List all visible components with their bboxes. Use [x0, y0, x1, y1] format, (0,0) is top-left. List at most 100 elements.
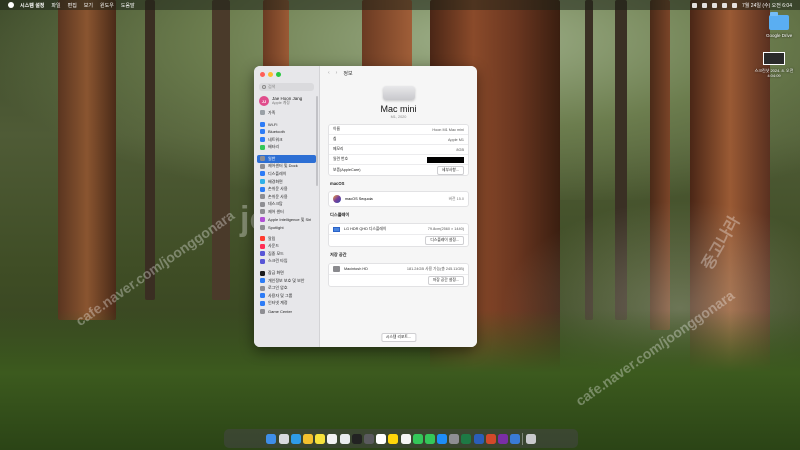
- sidebar-item[interactable]: 일반: [257, 154, 316, 163]
- sidebar-item[interactable]: Spotlight: [257, 223, 316, 231]
- sidebar-item[interactable]: 손쉬운 사용: [257, 185, 316, 193]
- trash-icon[interactable]: [525, 433, 536, 444]
- section-title: 디스플레이: [330, 212, 350, 217]
- spec-label: 메모리: [333, 147, 344, 151]
- chrome-icon[interactable]: [303, 433, 313, 444]
- system-report-button[interactable]: 시스템 리포트...: [380, 333, 417, 342]
- sidebar-item[interactable]: Game Center: [257, 307, 316, 315]
- menu-help[interactable]: 도움말: [121, 2, 135, 9]
- desktop-icon-screenshot[interactable]: 스크린샷 2024. 8. 오전 4:04:09: [750, 52, 798, 78]
- status-icon[interactable]: [692, 2, 698, 8]
- close-button[interactable]: [260, 72, 265, 77]
- sidebar-item-label: Bluetooth: [268, 129, 285, 135]
- launchpad-icon[interactable]: [278, 433, 289, 444]
- calendar-icon[interactable]: [376, 433, 387, 444]
- facetime-icon[interactable]: [412, 433, 423, 444]
- display-settings-button[interactable]: 디스플레이 설정...: [425, 236, 464, 245]
- sidebar-scrollbar[interactable]: [316, 96, 318, 186]
- sidebar-item[interactable]: 로그인 암호: [257, 284, 316, 292]
- spec-value: Apple M1: [447, 137, 464, 142]
- sidebar-item[interactable]: 디스플레이: [257, 170, 316, 178]
- sidebar-item-label: 잠금 화면: [268, 270, 284, 276]
- search-input[interactable]: 검색: [259, 83, 314, 91]
- general-icon: [260, 156, 265, 162]
- sidebar-item[interactable]: 제어 센터: [257, 208, 316, 216]
- onenote-icon[interactable]: [498, 433, 508, 444]
- sidebar-item[interactable]: Wi-Fi: [257, 121, 316, 129]
- finder-icon[interactable]: [266, 433, 277, 444]
- sidebar-item[interactable]: 스크린 타임: [257, 258, 316, 266]
- sidebar-item[interactable]: 사운드: [257, 243, 316, 251]
- sidebar-item[interactable]: Bluetooth: [257, 128, 316, 136]
- macos-row: macOS Sequoia 버전 15.0: [329, 192, 468, 206]
- xcode-icon[interactable]: [510, 433, 521, 444]
- kakaotalk-icon[interactable]: [315, 433, 326, 444]
- storage-settings-button[interactable]: 저장 공간 설정...: [427, 276, 464, 285]
- sidebar-item-label: 디스플레이: [268, 170, 287, 176]
- messages-icon[interactable]: [424, 433, 435, 444]
- minimize-button[interactable]: [268, 72, 273, 77]
- search-status-icon[interactable]: [722, 2, 728, 8]
- login-password-icon: [260, 285, 265, 291]
- menu-window[interactable]: 윈도우: [100, 2, 114, 9]
- forward-button[interactable]: ›: [336, 70, 338, 76]
- wifi-status-icon[interactable]: [712, 2, 718, 8]
- sidebar-item[interactable]: 인터넷 계정: [257, 300, 316, 308]
- system-settings-window: 검색 JJ Jae Hoon Jang Apple 계정 가족 Wi-Fi Blue…: [254, 66, 477, 347]
- sidebar-item[interactable]: 배경화면: [257, 178, 316, 186]
- sidebar-item[interactable]: 알림: [257, 235, 316, 243]
- word-icon[interactable]: [473, 433, 484, 444]
- menu-app-name[interactable]: 시스템 설정: [20, 2, 44, 9]
- status-icon[interactable]: [702, 2, 708, 8]
- back-button[interactable]: ‹: [328, 70, 330, 76]
- sidebar-item[interactable]: 네트워크: [257, 136, 316, 144]
- notes-icon[interactable]: [388, 433, 399, 444]
- sidebar-item[interactable]: 집중 모드: [257, 250, 316, 258]
- safari-icon[interactable]: [290, 433, 301, 444]
- quicktime-icon[interactable]: [363, 433, 374, 444]
- menu-edit[interactable]: 편집: [68, 2, 77, 9]
- excel-icon[interactable]: [461, 433, 472, 444]
- finalcut-icon[interactable]: [351, 433, 362, 444]
- desktop-icon: [260, 201, 265, 207]
- apple-menu-icon[interactable]: [8, 2, 14, 8]
- sidebar-item-label: 배터리: [268, 144, 280, 150]
- spotlight-icon: [260, 224, 265, 230]
- menu-file[interactable]: 파일: [51, 2, 60, 9]
- macos-sequoia-icon: [333, 195, 341, 203]
- zoom-button[interactable]: [276, 72, 281, 77]
- spec-label: 이름: [333, 127, 340, 131]
- sidebar-item[interactable]: 제어센터 및 Dock: [257, 163, 316, 171]
- sidebar-item[interactable]: 잠금 화면: [257, 269, 316, 277]
- dock-separator: [522, 432, 524, 445]
- sidebar-item[interactable]: 손쉬운 사용: [257, 193, 316, 201]
- family-icon: [260, 110, 265, 116]
- control-center-status-icon[interactable]: [732, 2, 738, 8]
- menu-view[interactable]: 보기: [84, 2, 93, 9]
- sidebar-item[interactable]: 데스크탑: [257, 201, 316, 209]
- search-icon: [262, 85, 266, 89]
- appstore2-icon[interactable]: [437, 433, 448, 444]
- storage-row: Macintosh HD 181.24GB 사용 가능(총 245.11GB): [329, 264, 468, 275]
- avatar: JJ: [259, 96, 269, 106]
- apple-account[interactable]: JJ Jae Hoon Jang Apple 계정: [254, 91, 319, 109]
- sidebar-item[interactable]: 개인정보 보호 및 보안: [257, 277, 316, 285]
- menu-clock[interactable]: 7월 24일 (수) 오전 6:04: [742, 2, 792, 9]
- settings-icon[interactable]: [449, 433, 460, 444]
- sidebar-item[interactable]: 사용자 및 그룹: [257, 292, 316, 300]
- control-center-icon: [260, 163, 265, 169]
- photos-icon[interactable]: [327, 433, 338, 444]
- sidebar-item[interactable]: 배터리: [257, 143, 316, 151]
- warranty-details-button[interactable]: 세부사항...: [436, 165, 464, 175]
- section-title: macOS: [330, 181, 345, 186]
- desktop-icon-google-drive[interactable]: Google Drive: [766, 12, 792, 38]
- specs-card: 이름 Hoon M1 Mac mini 칩 Apple M1 메모리 8GB 일…: [328, 124, 469, 176]
- sidebar-item[interactable]: 가족: [257, 109, 316, 117]
- sidebar-item[interactable]: Apple Intelligence 및 Siri: [257, 216, 316, 224]
- bluetooth-icon: [260, 129, 265, 135]
- appstore-icon[interactable]: [339, 433, 350, 444]
- disk-icon: [333, 266, 340, 272]
- reminders-icon[interactable]: [400, 433, 411, 444]
- spec-label: 칩: [333, 137, 337, 141]
- powerpoint-icon[interactable]: [485, 433, 496, 444]
